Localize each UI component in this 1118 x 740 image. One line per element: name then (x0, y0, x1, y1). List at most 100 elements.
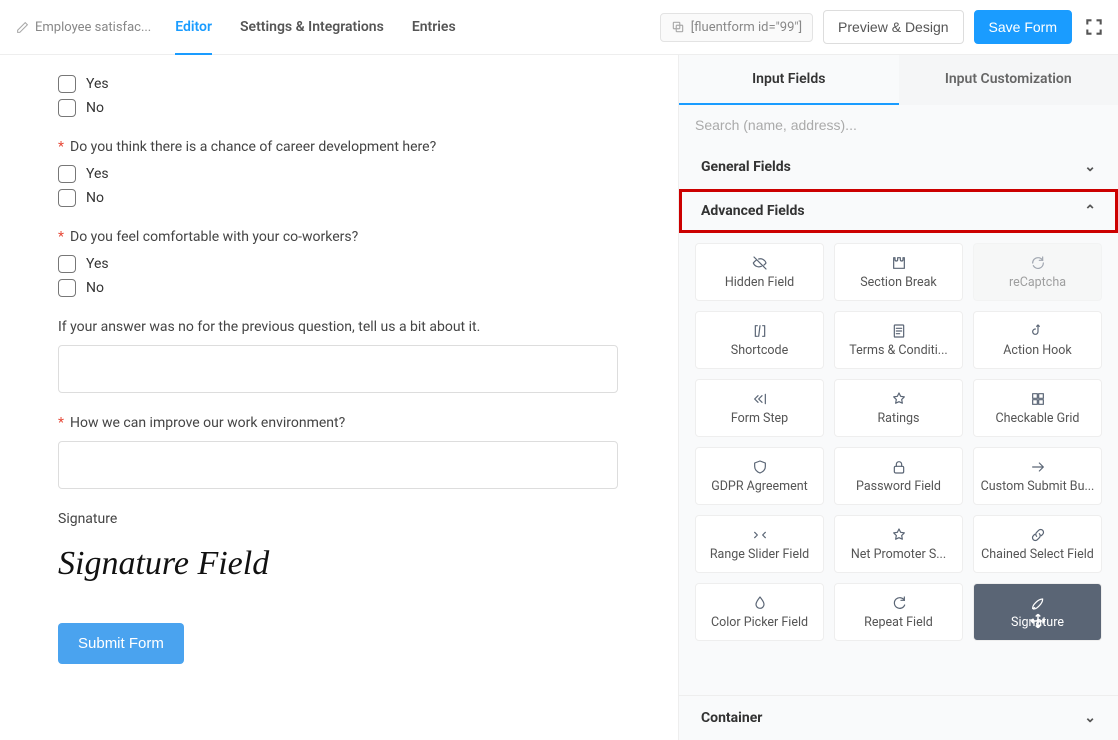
checkbox-row[interactable]: Yes (58, 255, 638, 273)
fullscreen-button[interactable] (1082, 15, 1106, 39)
field-chained-select[interactable]: Chained Select Field (973, 515, 1102, 573)
save-button[interactable]: Save Form (974, 10, 1072, 44)
field-label: Range Slider Field (710, 547, 809, 562)
field-label: Net Promoter S... (851, 547, 946, 562)
section-title: General Fields (701, 159, 791, 175)
signature-label: Signature (58, 511, 638, 527)
field-label: Terms & Conditi... (849, 343, 947, 358)
field-label: Color Picker Field (711, 615, 808, 630)
canvas: Yes No *Do you think there is a chance o… (0, 55, 678, 740)
section-advanced[interactable]: Advanced Fields ⌃ (679, 189, 1118, 233)
question-improve: *How we can improve our work environment… (58, 415, 638, 489)
star-icon (891, 527, 907, 543)
field-recaptcha: reCaptcha (973, 243, 1102, 301)
slider-icon (752, 527, 768, 543)
question-followup: If your answer was no for the previous q… (58, 319, 638, 393)
pencil-icon (16, 21, 29, 34)
field-hidden-field[interactable]: Hidden Field (695, 243, 824, 301)
question-label: *Do you think there is a chance of caree… (58, 139, 638, 155)
option-label: No (86, 280, 104, 296)
main-area: Yes No *Do you think there is a chance o… (0, 55, 1118, 740)
doc-icon (891, 323, 907, 339)
preview-button[interactable]: Preview & Design (823, 10, 964, 44)
tab-entries[interactable]: Entries (412, 0, 456, 54)
signature-field[interactable]: Signature Field (58, 545, 638, 583)
topbar: Employee satisfac... Editor Settings & I… (0, 0, 1118, 55)
section-title: Container (701, 710, 762, 726)
advanced-fields-grid: Hidden Field Section Break reCaptcha Shortc… (679, 233, 1118, 657)
textarea-input[interactable] (58, 441, 618, 489)
field-net-promoter[interactable]: Net Promoter S... (834, 515, 963, 573)
field-gdpr-agreement[interactable]: GDPR Agreement (695, 447, 824, 505)
field-label: Ratings (877, 411, 919, 426)
option-label: No (86, 190, 104, 206)
field-checkable-grid[interactable]: Checkable Grid (973, 379, 1102, 437)
shield-icon (752, 459, 768, 475)
checkbox-row[interactable]: Yes (58, 165, 638, 183)
checkbox-row[interactable]: No (58, 99, 638, 117)
chevron-down-icon: ⌄ (1084, 159, 1096, 175)
option-label: Yes (86, 256, 109, 272)
grid-icon (1030, 391, 1046, 407)
checkbox-icon (58, 255, 76, 273)
eye-off-icon (752, 255, 768, 271)
link-icon (1030, 527, 1046, 543)
refresh-icon (1030, 255, 1046, 271)
search-input[interactable] (679, 105, 1118, 145)
field-form-step[interactable]: Form Step (695, 379, 824, 437)
checkbox-icon (58, 279, 76, 297)
section-general[interactable]: General Fields ⌄ (679, 145, 1118, 189)
step-icon (752, 391, 768, 407)
form-name-text: Employee satisfac... (35, 20, 151, 35)
chevron-up-icon: ⌃ (1084, 203, 1096, 219)
section-container[interactable]: Container ⌄ (679, 695, 1118, 740)
question-career: *Do you think there is a chance of caree… (58, 139, 638, 207)
field-label: Hidden Field (725, 275, 794, 290)
field-color-picker[interactable]: Color Picker Field (695, 583, 824, 641)
shortcode-text: [fluentform id="99"] (691, 20, 802, 35)
lock-icon (891, 459, 907, 475)
field-range-slider[interactable]: Range Slider Field (695, 515, 824, 573)
tab-settings[interactable]: Settings & Integrations (240, 0, 384, 54)
field-action-hook[interactable]: Action Hook (973, 311, 1102, 369)
field-label: reCaptcha (1009, 275, 1066, 290)
textarea-input[interactable] (58, 345, 618, 393)
field-label: Checkable Grid (996, 411, 1080, 426)
option-label: Yes (86, 166, 109, 182)
expand-icon (1084, 17, 1104, 37)
checkbox-row[interactable]: No (58, 279, 638, 297)
question-label: *Do you feel comfortable with your co-wo… (58, 229, 638, 245)
puzzle-icon (891, 255, 907, 271)
drop-icon (752, 595, 768, 611)
field-shortcode[interactable]: Shortcode (695, 311, 824, 369)
field-label: Shortcode (731, 343, 788, 358)
checkbox-icon (58, 99, 76, 117)
sidebar: Input Fields Input Customization General… (678, 55, 1118, 740)
field-custom-submit[interactable]: Custom Submit Bu... (973, 447, 1102, 505)
tab-input-fields[interactable]: Input Fields (679, 55, 899, 105)
field-password-field[interactable]: Password Field (834, 447, 963, 505)
field-label: GDPR Agreement (711, 479, 808, 494)
checkbox-row[interactable]: No (58, 189, 638, 207)
repeat-icon (891, 595, 907, 611)
shortcode-box[interactable]: [fluentform id="99"] (660, 13, 813, 42)
required-mark: * (58, 229, 64, 245)
tab-editor[interactable]: Editor (175, 0, 212, 54)
brackets-icon (752, 323, 768, 339)
submit-button[interactable]: Submit Form (58, 623, 184, 664)
question-label: If your answer was no for the previous q… (58, 319, 638, 335)
checkbox-icon (58, 165, 76, 183)
field-section-break[interactable]: Section Break (834, 243, 963, 301)
tab-input-customization[interactable]: Input Customization (899, 55, 1118, 105)
checkbox-row[interactable]: Yes (58, 75, 638, 93)
field-ratings[interactable]: Ratings (834, 379, 963, 437)
field-label: Password Field (856, 479, 941, 494)
option-label: No (86, 100, 104, 116)
option-label: Yes (86, 76, 109, 92)
pen-icon (1030, 595, 1046, 611)
sidebar-tabs: Input Fields Input Customization (679, 55, 1118, 105)
field-repeat-field[interactable]: Repeat Field (834, 583, 963, 641)
field-signature[interactable]: Signature (973, 583, 1102, 641)
form-name[interactable]: Employee satisfac... (16, 20, 151, 35)
field-terms-conditions[interactable]: Terms & Conditi... (834, 311, 963, 369)
